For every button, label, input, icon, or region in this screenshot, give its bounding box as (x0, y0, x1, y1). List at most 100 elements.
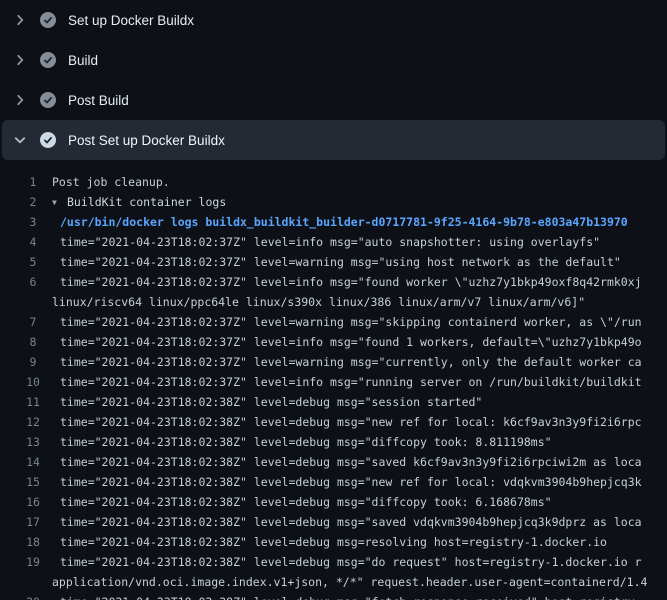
log-line-content: time="2021-04-23T18:02:37Z" level=info m… (60, 235, 600, 249)
log-line: 7 time="2021-04-23T18:02:37Z" level=warn… (0, 312, 667, 332)
log-line-content: time="2021-04-23T18:02:38Z" level=debug … (60, 455, 642, 469)
steps-list: Set up Docker Buildx Build (0, 0, 667, 160)
log-line-content: time="2021-04-23T18:02:38Z" level=debug … (60, 595, 642, 600)
log-line: application/vnd.oci.image.index.v1+json,… (0, 572, 667, 592)
log-line-text: application/vnd.oci.image.index.v1+json,… (46, 572, 647, 592)
step-header-2[interactable]: Build (0, 40, 667, 80)
log-line: 4 time="2021-04-23T18:02:37Z" level=info… (0, 232, 667, 252)
log-line-number[interactable]: 17 (20, 512, 46, 532)
log-line: 10 time="2021-04-23T18:02:37Z" level=inf… (0, 372, 667, 392)
actions-log-viewer: Set up Docker Buildx Build (0, 0, 667, 600)
log-line-number[interactable]: 20 (20, 592, 46, 600)
log-line-number[interactable] (20, 292, 46, 312)
log-line-text: time="2021-04-23T18:02:38Z" level=debug … (46, 392, 482, 412)
log-line-number[interactable]: 13 (20, 432, 46, 452)
log-line-text: ▼ BuildKit container logs (46, 192, 226, 212)
group-disclosure-icon[interactable]: ▼ (52, 193, 61, 212)
log-line-text: time="2021-04-23T18:02:38Z" level=debug … (46, 512, 642, 532)
log-line: 15 time="2021-04-23T18:02:38Z" level=deb… (0, 472, 667, 492)
log-line-text: time="2021-04-23T18:02:37Z" level=info m… (46, 372, 642, 392)
log-line-number[interactable] (20, 572, 46, 592)
log-line-text: time="2021-04-23T18:02:38Z" level=debug … (46, 532, 607, 552)
step-label: Post Set up Docker Buildx (68, 133, 225, 148)
log-line-content: time="2021-04-23T18:02:38Z" level=debug … (60, 515, 642, 529)
chevron-right-icon (12, 92, 28, 108)
log-line-content: /usr/bin/docker logs buildx_buildkit_bui… (60, 215, 628, 229)
log-line: 3 /usr/bin/docker logs buildx_buildkit_b… (0, 212, 667, 232)
log-line-content: time="2021-04-23T18:02:37Z" level=warnin… (60, 355, 642, 369)
log-line-content: application/vnd.oci.image.index.v1+json,… (52, 575, 647, 589)
chevron-right-icon (12, 52, 28, 68)
log-line-content: time="2021-04-23T18:02:38Z" level=debug … (60, 495, 552, 509)
log-line-number[interactable]: 4 (20, 232, 46, 252)
log-line-text: /usr/bin/docker logs buildx_buildkit_bui… (46, 212, 628, 232)
log-line-content: time="2021-04-23T18:02:37Z" level=info m… (60, 375, 642, 389)
log-line: 11 time="2021-04-23T18:02:38Z" level=deb… (0, 392, 667, 412)
log-line-content: time="2021-04-23T18:02:37Z" level=warnin… (60, 315, 642, 329)
log-line-content: linux/riscv64 linux/ppc64le linux/s390x … (52, 295, 585, 309)
log-line-content: time="2021-04-23T18:02:37Z" level=warnin… (60, 255, 621, 269)
log-line-text: time="2021-04-23T18:02:38Z" level=debug … (46, 472, 642, 492)
check-circle-icon (40, 132, 56, 148)
step-label: Set up Docker Buildx (68, 13, 194, 28)
log-line: 14 time="2021-04-23T18:02:38Z" level=deb… (0, 452, 667, 472)
check-circle-icon (40, 12, 56, 28)
log-line: 12 time="2021-04-23T18:02:38Z" level=deb… (0, 412, 667, 432)
log-line-text: time="2021-04-23T18:02:37Z" level=warnin… (46, 252, 621, 272)
log-line: 13 time="2021-04-23T18:02:38Z" level=deb… (0, 432, 667, 452)
log-line-content: time="2021-04-23T18:02:38Z" level=debug … (60, 435, 552, 449)
log-line-content: time="2021-04-23T18:02:38Z" level=debug … (60, 535, 607, 549)
log-line-number[interactable]: 12 (20, 412, 46, 432)
log-line-content: Post job cleanup. (52, 175, 170, 189)
step-label: Post Build (68, 93, 129, 108)
log-line-number[interactable]: 3 (20, 212, 46, 232)
chevron-right-icon (12, 12, 28, 28)
log-line-number[interactable]: 19 (20, 552, 46, 572)
log-line-text: time="2021-04-23T18:02:37Z" level=info m… (46, 272, 642, 292)
log-line-number[interactable]: 2 (20, 192, 46, 212)
log-line: 16 time="2021-04-23T18:02:38Z" level=deb… (0, 492, 667, 512)
log-line-text: time="2021-04-23T18:02:37Z" level=info m… (46, 332, 642, 352)
log-line-number[interactable]: 7 (20, 312, 46, 332)
log-line[interactable]: 2 ▼ BuildKit container logs (0, 192, 667, 212)
log-line-number[interactable]: 14 (20, 452, 46, 472)
log-line-number[interactable]: 1 (20, 172, 46, 192)
log-line-number[interactable]: 15 (20, 472, 46, 492)
chevron-down-icon (12, 132, 28, 148)
log-line-content: time="2021-04-23T18:02:37Z" level=info m… (60, 275, 642, 289)
check-circle-icon (40, 92, 56, 108)
log-line-number[interactable]: 8 (20, 332, 46, 352)
step-header-3[interactable]: Post Build (0, 80, 667, 120)
log-line-text: time="2021-04-23T18:02:38Z" level=debug … (46, 432, 552, 452)
log-line-number[interactable]: 6 (20, 272, 46, 292)
log-line-number[interactable]: 11 (20, 392, 46, 412)
log-line-number[interactable]: 16 (20, 492, 46, 512)
log-line: 19 time="2021-04-23T18:02:38Z" level=deb… (0, 552, 667, 572)
log-line: 17 time="2021-04-23T18:02:38Z" level=deb… (0, 512, 667, 532)
log-line-text: time="2021-04-23T18:02:38Z" level=debug … (46, 552, 642, 572)
log-line-number[interactable]: 10 (20, 372, 46, 392)
log-line-content: BuildKit container logs (67, 195, 226, 209)
log-line-content: time="2021-04-23T18:02:38Z" level=debug … (60, 475, 642, 489)
log-line-content: time="2021-04-23T18:02:37Z" level=info m… (60, 335, 642, 349)
log-line-content: time="2021-04-23T18:02:38Z" level=debug … (60, 415, 642, 429)
log-area: 1 Post job cleanup. 2 ▼ BuildKit containe… (0, 160, 667, 600)
log-line: 9 time="2021-04-23T18:02:37Z" level=warn… (0, 352, 667, 372)
log-line-content: time="2021-04-23T18:02:38Z" level=debug … (60, 555, 642, 569)
log-line: 18 time="2021-04-23T18:02:38Z" level=deb… (0, 532, 667, 552)
step-header-1[interactable]: Set up Docker Buildx (0, 0, 667, 40)
log-line-text: time="2021-04-23T18:02:38Z" level=debug … (46, 592, 642, 600)
log-line-number[interactable]: 18 (20, 532, 46, 552)
step-header-4[interactable]: Post Set up Docker Buildx (2, 120, 665, 160)
check-circle-icon (40, 52, 56, 68)
log-line-content: time="2021-04-23T18:02:38Z" level=debug … (60, 395, 482, 409)
log-line-text: time="2021-04-23T18:02:38Z" level=debug … (46, 412, 642, 432)
log-line-text: Post job cleanup. (46, 172, 170, 192)
log-line-text: time="2021-04-23T18:02:37Z" level=warnin… (46, 312, 642, 332)
log-line-number[interactable]: 9 (20, 352, 46, 372)
log-line-text: time="2021-04-23T18:02:37Z" level=warnin… (46, 352, 642, 372)
log-line-text: linux/riscv64 linux/ppc64le linux/s390x … (46, 292, 585, 312)
log-line: 1 Post job cleanup. (0, 172, 667, 192)
log-line: 6 time="2021-04-23T18:02:37Z" level=info… (0, 272, 667, 292)
log-line-number[interactable]: 5 (20, 252, 46, 272)
